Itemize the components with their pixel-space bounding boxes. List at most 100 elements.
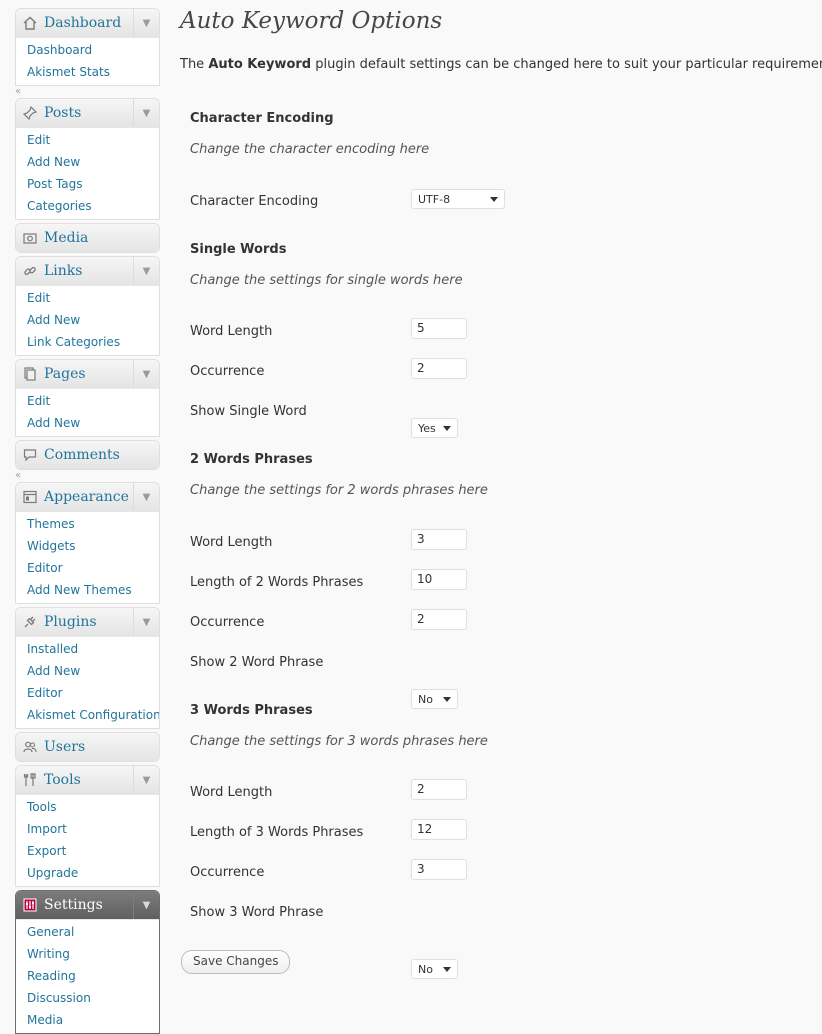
submenu-links-add-new[interactable]: Add New bbox=[16, 310, 159, 332]
menu-head-tools[interactable]: Tools ▼ bbox=[16, 766, 159, 794]
dropdown-caret-icon bbox=[443, 697, 451, 702]
menu-label-links: Links bbox=[44, 263, 83, 279]
submenu-plugins-add-new[interactable]: Add New bbox=[16, 661, 159, 683]
dropdown-caret-icon bbox=[443, 426, 451, 431]
three-phrase-length-input[interactable] bbox=[411, 819, 467, 840]
dropdown-caret-icon bbox=[490, 197, 498, 202]
submenu-general[interactable]: General bbox=[16, 922, 159, 944]
submenu-widgets[interactable]: Widgets bbox=[16, 536, 159, 558]
submenu-appearance-editor[interactable]: Editor bbox=[16, 558, 159, 580]
section-desc-two-words: Change the settings for 2 words phrases … bbox=[190, 483, 488, 498]
chevron-down-icon[interactable]: ▼ bbox=[133, 99, 159, 127]
admin-sidebar: Dashboard ▼ Dashboard Akismet Stats « Po… bbox=[15, 8, 160, 1034]
menu-head-plugins[interactable]: Plugins ▼ bbox=[16, 608, 159, 636]
pushpin-icon bbox=[22, 105, 38, 121]
chevron-down-icon[interactable]: ▼ bbox=[133, 891, 159, 919]
submenu-installed[interactable]: Installed bbox=[16, 639, 159, 661]
menu-media: Media bbox=[15, 223, 160, 253]
section-desc-encoding: Change the character encoding here bbox=[190, 142, 430, 157]
menu-posts: Posts ▼ Edit Add New Post Tags Categorie… bbox=[15, 98, 160, 220]
menu-head-pages[interactable]: Pages ▼ bbox=[16, 360, 159, 388]
submenu-tools[interactable]: Tools bbox=[16, 797, 159, 819]
collapse-arrow-icon[interactable]: « bbox=[15, 86, 21, 98]
label-single-word-length: Word Length bbox=[190, 324, 273, 339]
submenu-export[interactable]: Export bbox=[16, 841, 159, 863]
chevron-down-icon[interactable]: ▼ bbox=[133, 608, 159, 636]
submenu-links-edit[interactable]: Edit bbox=[16, 288, 159, 310]
comment-bubble-icon bbox=[22, 447, 38, 463]
submenu-settings-media[interactable]: Media bbox=[16, 1010, 159, 1032]
menu-head-comments[interactable]: Comments bbox=[16, 441, 159, 469]
menu-head-posts[interactable]: Posts ▼ bbox=[16, 99, 159, 127]
show-two-word-phrase-select[interactable]: No bbox=[411, 689, 458, 709]
save-changes-button[interactable]: Save Changes bbox=[181, 950, 291, 974]
plug-icon bbox=[22, 614, 38, 630]
menu-tools: Tools ▼ Tools Import Export Upgrade bbox=[15, 765, 160, 887]
submenu-categories[interactable]: Categories bbox=[16, 196, 159, 218]
menu-links: Links ▼ Edit Add New Link Categories bbox=[15, 256, 160, 356]
submenu-posts-edit[interactable]: Edit bbox=[16, 130, 159, 152]
section-title-single-words: Single Words bbox=[190, 242, 287, 257]
intro-after: plugin default settings can be changed h… bbox=[311, 57, 822, 72]
main-content: Auto Keyword Options The Auto Keyword pl… bbox=[180, 0, 822, 979]
dropdown-caret-icon bbox=[443, 967, 451, 972]
section-title-encoding: Character Encoding bbox=[190, 111, 334, 126]
menu-head-media[interactable]: Media bbox=[16, 224, 159, 252]
submenu-reading[interactable]: Reading bbox=[16, 966, 159, 988]
submenu-akismet-configuration[interactable]: Akismet Configuration bbox=[16, 705, 159, 727]
section-title-three-words: 3 Words Phrases bbox=[190, 703, 313, 718]
submenu-upgrade[interactable]: Upgrade bbox=[16, 863, 159, 885]
menu-head-appearance[interactable]: Appearance ▼ bbox=[16, 483, 159, 511]
appearance-icon bbox=[22, 489, 38, 505]
label-two-word-length: Word Length bbox=[190, 535, 273, 550]
collapse-arrow-icon[interactable]: « bbox=[15, 470, 21, 482]
two-word-length-input[interactable] bbox=[411, 529, 467, 550]
submenu-link-categories[interactable]: Link Categories bbox=[16, 332, 159, 354]
submenu-discussion[interactable]: Discussion bbox=[16, 988, 159, 1010]
two-occurrence-input[interactable] bbox=[411, 609, 467, 630]
chevron-down-icon[interactable]: ▼ bbox=[133, 483, 159, 511]
two-phrase-length-input[interactable] bbox=[411, 569, 467, 590]
chevron-down-icon[interactable]: ▼ bbox=[133, 257, 159, 285]
dashboard-icon bbox=[22, 15, 38, 31]
menu-head-dashboard[interactable]: Dashboard ▼ bbox=[16, 9, 159, 37]
section-desc-single-words: Change the settings for single words her… bbox=[190, 273, 463, 288]
submenu-writing[interactable]: Writing bbox=[16, 944, 159, 966]
chevron-down-icon[interactable]: ▼ bbox=[133, 360, 159, 388]
character-encoding-value: UTF-8 bbox=[418, 192, 451, 206]
chevron-down-icon[interactable]: ▼ bbox=[133, 9, 159, 37]
show-single-word-value: Yes bbox=[418, 421, 436, 435]
menu-separator: « bbox=[15, 86, 160, 98]
menu-separator: « bbox=[15, 470, 160, 482]
page-title: Auto Keyword Options bbox=[180, 8, 443, 34]
submenu-akismet-stats[interactable]: Akismet Stats bbox=[16, 62, 159, 84]
menu-head-settings[interactable]: Settings ▼ bbox=[16, 891, 159, 919]
submenu-import[interactable]: Import bbox=[16, 819, 159, 841]
single-word-length-input[interactable] bbox=[411, 318, 467, 339]
show-single-word-select[interactable]: Yes bbox=[411, 418, 458, 438]
show-three-word-phrase-select[interactable]: No bbox=[411, 959, 458, 979]
submenu-posts-add-new[interactable]: Add New bbox=[16, 152, 159, 174]
chevron-down-icon[interactable]: ▼ bbox=[133, 766, 159, 794]
three-word-length-input[interactable] bbox=[411, 779, 467, 800]
menu-comments: Comments bbox=[15, 440, 160, 470]
submenu-plugins-editor[interactable]: Editor bbox=[16, 683, 159, 705]
label-show-single-word: Show Single Word bbox=[190, 404, 307, 419]
menu-head-users[interactable]: Users bbox=[16, 733, 159, 761]
menu-label-plugins: Plugins bbox=[44, 614, 97, 630]
single-occurrence-input[interactable] bbox=[411, 358, 467, 379]
menu-label-users: Users bbox=[44, 739, 86, 755]
menu-head-links[interactable]: Links ▼ bbox=[16, 257, 159, 285]
submenu-pages-edit[interactable]: Edit bbox=[16, 391, 159, 413]
submenu-dashboard[interactable]: Dashboard bbox=[16, 40, 159, 62]
tools-icon bbox=[22, 772, 38, 788]
submenu-post-tags[interactable]: Post Tags bbox=[16, 174, 159, 196]
menu-label-settings: Settings bbox=[44, 897, 103, 913]
submenu-add-new-themes[interactable]: Add New Themes bbox=[16, 580, 159, 602]
character-encoding-select[interactable]: UTF-8 bbox=[411, 189, 505, 209]
label-single-occurrence: Occurrence bbox=[190, 364, 265, 379]
media-icon bbox=[22, 230, 38, 246]
submenu-pages-add-new[interactable]: Add New bbox=[16, 413, 159, 435]
three-occurrence-input[interactable] bbox=[411, 859, 467, 880]
submenu-themes[interactable]: Themes bbox=[16, 514, 159, 536]
